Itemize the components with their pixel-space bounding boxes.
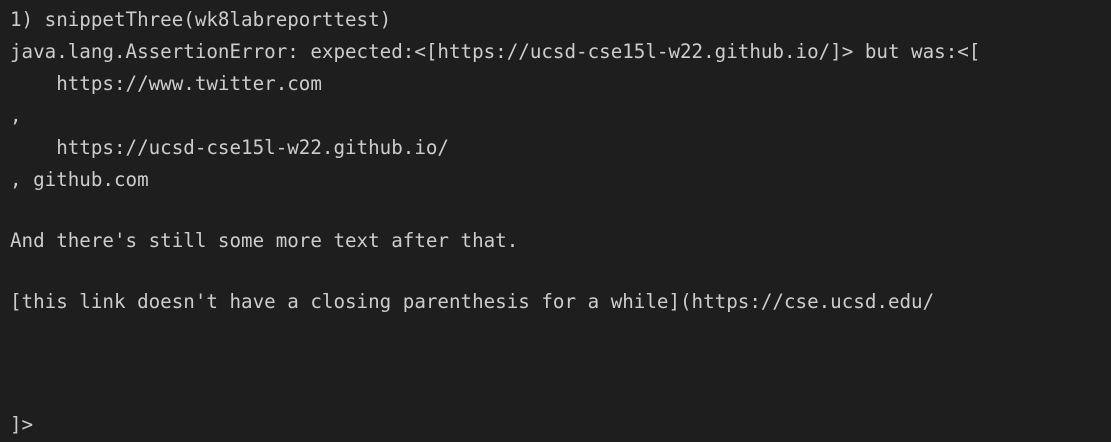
output-line: [this link doesn't have a closing parent… (10, 290, 935, 313)
output-line: ]> (10, 413, 34, 436)
output-line: https://ucsd-cse15l-w22.github.io/ (10, 136, 449, 159)
output-line: https://www.twitter.com (10, 72, 322, 95)
output-line: And there's still some more text after t… (10, 229, 519, 252)
output-line: , (10, 104, 22, 127)
terminal-output: 1) snippetThree(wk8labreporttest) java.l… (0, 0, 1111, 442)
output-line: , github.com (10, 168, 149, 191)
assertion-error-line: java.lang.AssertionError: expected:<[htt… (10, 40, 981, 63)
test-failure-header: 1) snippetThree(wk8labreporttest) (10, 8, 392, 31)
